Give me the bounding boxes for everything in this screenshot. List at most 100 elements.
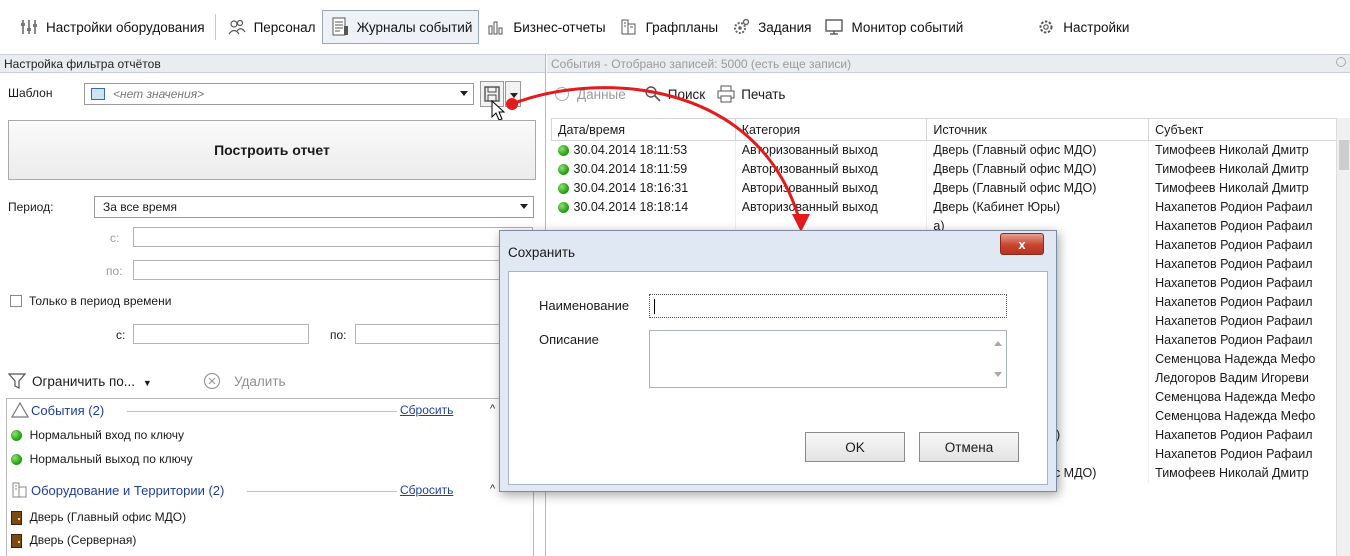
table-row[interactable]: 30.04.2014 18:11:53 Авторизованный выход Д…: [551, 140, 1341, 160]
cell-category: Авторизованный выход: [735, 159, 928, 179]
table-row[interactable]: 30.04.2014 18:18:14 Авторизованный выход Д…: [551, 197, 1341, 217]
cell-subject: Нахапетов Родион Рафаил: [1148, 216, 1341, 236]
mouse-cursor-icon: [491, 100, 506, 121]
equipment-section-title: Оборудование и Территории (2): [31, 483, 225, 498]
cell-subject: Тимофеев Николай Дмитр: [1148, 463, 1341, 483]
table-header-row: Дата/время Категория Источник Субъект: [551, 118, 1341, 141]
column-header-category[interactable]: Категория: [734, 118, 928, 141]
toolbar-personnel[interactable]: Персонал: [220, 10, 322, 44]
cell-source: Дверь (Главный офис МДО): [926, 140, 1150, 160]
toolbar-tasks[interactable]: Задания: [724, 10, 817, 44]
scroll-down-icon[interactable]: [994, 372, 1002, 377]
status-ok-icon: [557, 145, 569, 157]
scroll-up-icon[interactable]: [994, 341, 1002, 346]
to-date-input[interactable]: [133, 260, 533, 280]
caret-down-icon: ▼: [142, 378, 152, 388]
events-reset-link[interactable]: Сбросить: [400, 403, 453, 417]
cell-source: Дверь (Главный офис МДО): [926, 159, 1150, 179]
cell-category: Авторизованный выход: [735, 197, 928, 217]
chevron-down-icon: [510, 93, 518, 98]
status-ok-icon: [11, 430, 22, 442]
cell-subject: Нахапетов Родион Рафаил: [1148, 273, 1341, 293]
toolbar-tasks-label: Задания: [758, 19, 812, 35]
toolbar-event-monitor-label: Монитор событий: [851, 19, 964, 35]
status-ok-icon: [557, 202, 569, 214]
monitor-icon: [823, 16, 845, 38]
events-collapse-icon[interactable]: ^: [490, 403, 495, 415]
filter-funnel-icon: [8, 373, 26, 389]
column-header-subject[interactable]: Субъект: [1148, 118, 1341, 141]
build-report-button[interactable]: Построить отчет: [8, 120, 536, 180]
search-button[interactable]: Поиск: [668, 87, 705, 102]
save-template-dropdown[interactable]: [505, 81, 521, 107]
period-label: Период:: [8, 200, 54, 214]
events-panel-title: События - Отобрано записей: 5000 (есть е…: [547, 54, 1350, 73]
limit-by-button[interactable]: Ограничить по... ▼: [32, 374, 152, 389]
dialog-title: Сохранить: [508, 245, 576, 260]
toolbar-floorplans[interactable]: Графпланы: [612, 10, 725, 44]
table-row[interactable]: 30.04.2014 18:11:59 Авторизованный выход Д…: [551, 159, 1341, 179]
toolbar-settings[interactable]: Настройки: [1029, 10, 1135, 44]
toolbar-event-logs-label: Журналы событий: [356, 19, 473, 35]
status-ok-icon: [11, 454, 22, 466]
text-caret: [654, 299, 655, 314]
cell-subject: Нахапетов Родион Рафаил: [1148, 425, 1341, 445]
toolbar-event-monitor[interactable]: Монитор событий: [817, 10, 969, 44]
cell-subject: Нахапетов Родион Рафаил: [1148, 330, 1341, 350]
cell-category: Авторизованный выход: [735, 140, 928, 160]
equipment-reset-link[interactable]: Сбросить: [400, 483, 453, 497]
toolbar-event-logs[interactable]: Журналы событий: [321, 10, 480, 44]
cell-datetime: 30.04.2014 18:11:53: [551, 140, 736, 160]
time-from-input[interactable]: [133, 324, 309, 344]
cell-datetime: 30.04.2014 18:16:31: [551, 178, 736, 198]
equipment-settings-icon: [18, 16, 40, 38]
list-item[interactable]: Дверь (Главный офис МДО): [11, 509, 186, 525]
cell-subject: Тимофеев Николай Дмитр: [1148, 140, 1341, 160]
cell-subject: Нахапетов Родион Рафаил: [1148, 292, 1341, 312]
equipment-collapse-icon[interactable]: ^: [490, 483, 495, 495]
cell-datetime: 30.04.2014 18:11:59: [551, 159, 736, 179]
toolbar-floorplans-label: Графпланы: [645, 19, 719, 35]
table-row[interactable]: 30.04.2014 18:16:31 Авторизованный выход Д…: [551, 178, 1341, 198]
data-button[interactable]: Данные: [577, 87, 626, 102]
column-header-source[interactable]: Источник: [926, 118, 1150, 141]
print-button[interactable]: Печать: [741, 87, 785, 102]
cell-category: Авторизованный выход: [735, 178, 928, 198]
equipment-item-label: Дверь (Главный офис МДО): [29, 510, 187, 524]
scrollbar-thumb[interactable]: [1339, 140, 1349, 170]
status-ok-icon: [557, 183, 569, 195]
name-input[interactable]: [649, 294, 1007, 318]
column-header-datetime[interactable]: Дата/время: [551, 118, 736, 141]
period-combo[interactable]: За все время: [94, 196, 534, 218]
only-time-checkbox[interactable]: [10, 295, 22, 307]
cancel-button[interactable]: Отмена: [919, 432, 1019, 462]
list-item[interactable]: Нормальный выход по ключу: [11, 451, 193, 466]
cell-datetime-text: 30.04.2014 18:11:59: [573, 162, 688, 176]
toolbar-equipment-settings[interactable]: Настройки оборудования: [12, 10, 211, 44]
delete-filter-button[interactable]: Удалить: [234, 374, 286, 389]
delete-circle-x-icon: [203, 372, 221, 390]
list-item[interactable]: Нормальный вход по ключу: [11, 427, 184, 442]
only-time-label: Только в период времени: [29, 294, 172, 308]
cell-datetime-text: 30.04.2014 18:16:31: [573, 181, 689, 195]
from-date-label: с:: [110, 231, 120, 245]
cell-subject: Нахапетов Родион Рафаил: [1148, 311, 1341, 331]
report-filter-panel: Настройка фильтра отчётов Шаблон <нет зн…: [0, 54, 546, 556]
panel-pin-icon[interactable]: [1336, 57, 1346, 67]
cell-subject: Нахапетов Родион Рафаил: [1148, 444, 1341, 464]
main-toolbar: Настройки оборудования Персонал Журналы …: [0, 0, 1350, 54]
description-input[interactable]: [649, 330, 1007, 388]
toolbar-business-reports-label: Бизнес-отчеты: [513, 19, 606, 35]
events-section-title: События (2): [31, 403, 105, 418]
ok-button[interactable]: OK: [805, 432, 905, 462]
template-combo[interactable]: <нет значения>: [84, 83, 474, 105]
event-item-label: Нормальный вход по ключу: [29, 428, 184, 442]
building-icon: [12, 482, 27, 498]
list-item[interactable]: Дверь (Серверная): [11, 532, 136, 548]
toolbar-business-reports[interactable]: Бизнес-отчеты: [479, 10, 611, 44]
close-button[interactable]: x: [1000, 233, 1044, 255]
from-date-input[interactable]: [133, 227, 533, 247]
door-icon: [11, 510, 22, 525]
events-scrollbar[interactable]: [1336, 118, 1350, 556]
status-ok-icon: [557, 164, 569, 176]
